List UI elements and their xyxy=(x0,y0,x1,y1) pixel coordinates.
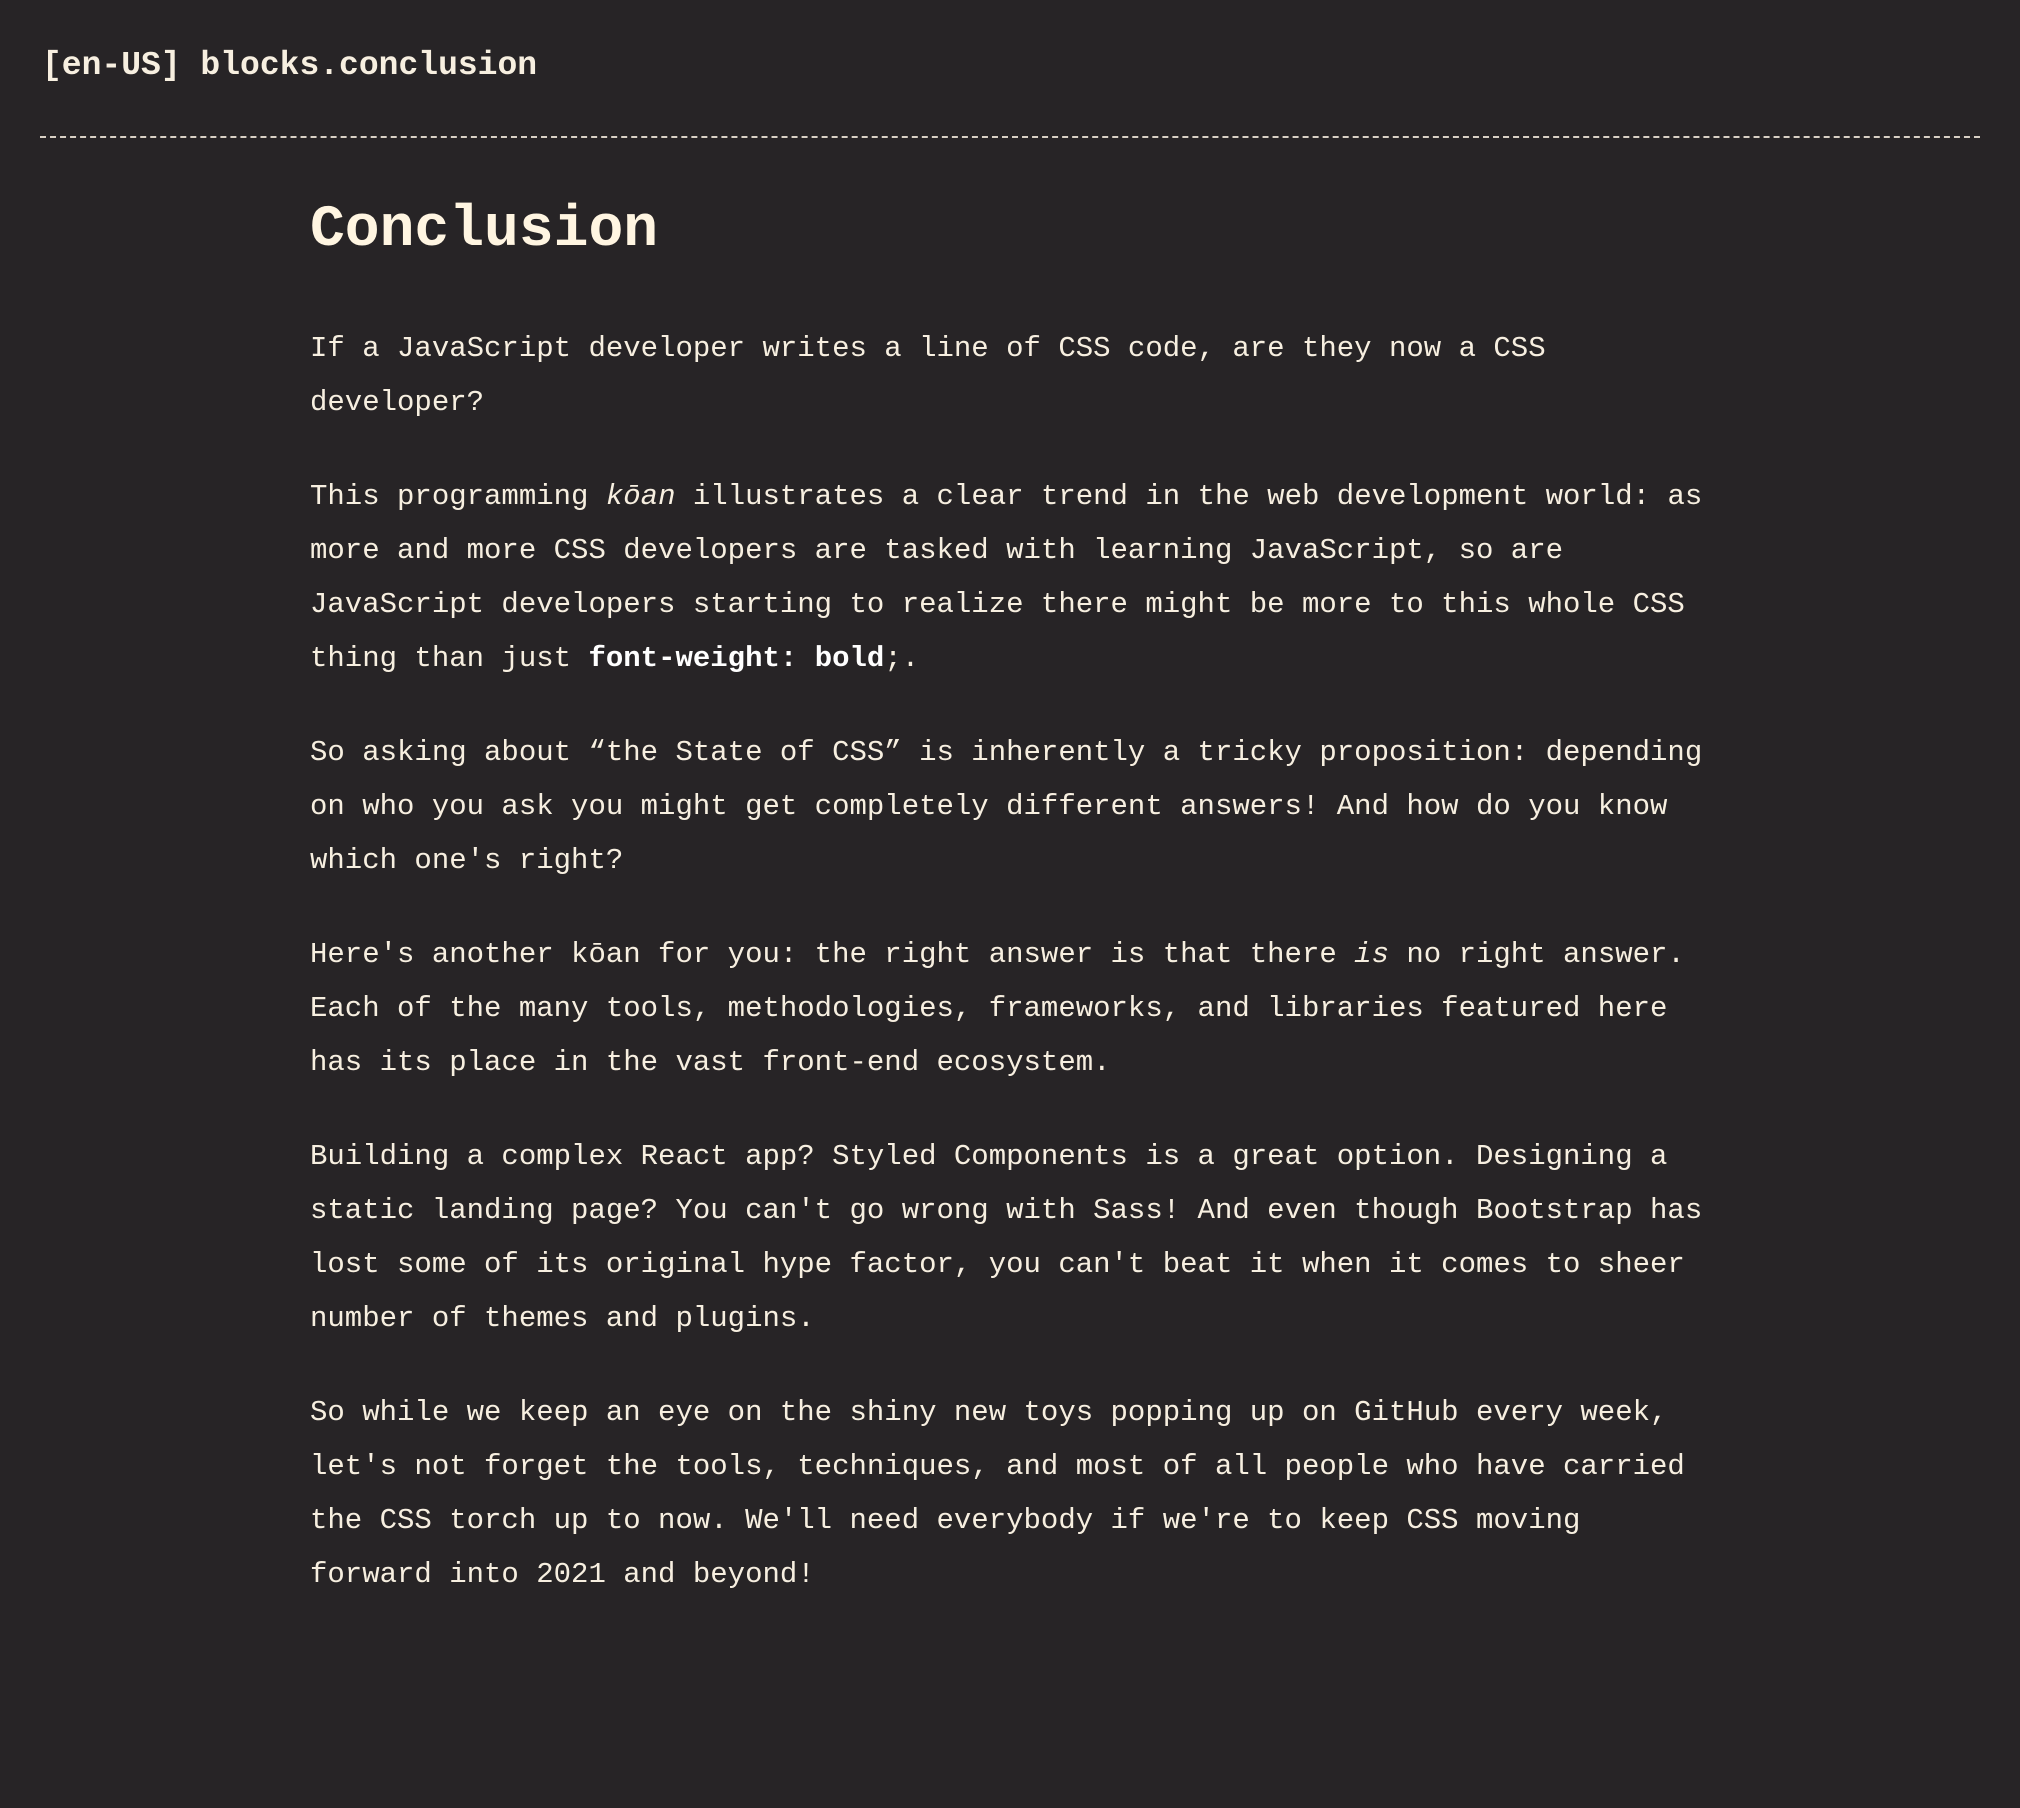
block-key-label: [en-US] blocks.conclusion xyxy=(42,47,538,84)
paragraph-4-text-a: Here's another kōan for you: the right a… xyxy=(310,938,1355,971)
paragraph-1: If a JavaScript developer writes a line … xyxy=(310,332,1564,419)
is-emphasis: is xyxy=(1354,938,1389,971)
conclusion-section: Conclusion If a JavaScript developer wri… xyxy=(310,186,1710,1642)
paragraph-4: Here's another kōan for you: the right a… xyxy=(310,928,1710,1090)
font-weight-code: font-weight: bold xyxy=(588,642,885,675)
dashed-divider xyxy=(40,136,1980,138)
koan-emphasis: kōan xyxy=(605,480,676,513)
paragraph-5: Building a complex React app? Styled Com… xyxy=(310,1140,1720,1335)
paragraph-2-text-c: ;. xyxy=(884,642,920,675)
page-title: Conclusion xyxy=(310,198,659,263)
paragraph-2: This programming kōan illustrates a clea… xyxy=(310,470,1710,686)
paragraph-6: So while we keep an eye on the shiny new… xyxy=(310,1396,1703,1591)
paragraph-2-text-a: This programming xyxy=(310,480,606,513)
paragraph-3: So asking about “the State of CSS” is in… xyxy=(310,736,1720,877)
